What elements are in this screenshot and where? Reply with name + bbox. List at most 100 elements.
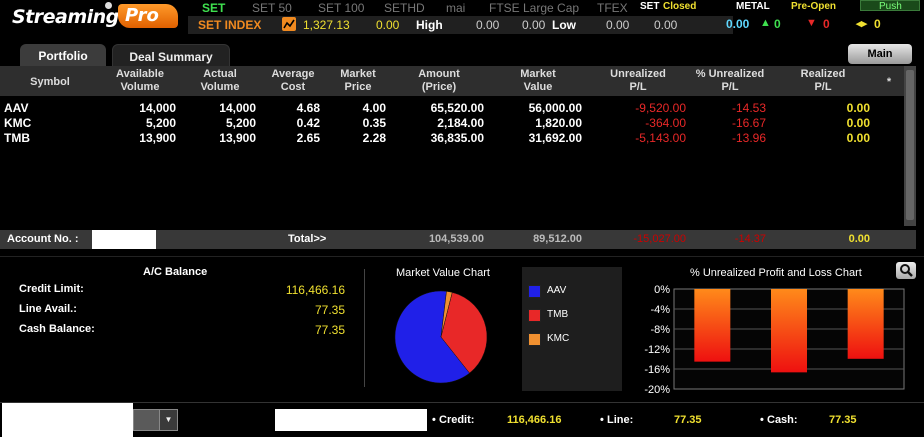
tab-portfolio[interactable]: Portfolio [20, 44, 106, 68]
col-actual-volume[interactable]: Actual Volume [188, 68, 252, 94]
grid-scrollbar[interactable] [904, 66, 916, 226]
y-tick-label: -20% [644, 384, 670, 396]
unrealized-chart-title: % Unrealized Profit and Loss Chart [690, 267, 862, 279]
set-status: Closed [663, 1, 697, 12]
cell-market-value: 1,820.00 [535, 116, 582, 130]
zoom-button[interactable] [896, 262, 916, 279]
cell-amount: 2,184.00 [437, 116, 484, 130]
col-symbol[interactable]: Symbol [20, 76, 80, 89]
bar-tmb [847, 289, 884, 359]
account-field[interactable] [92, 230, 156, 249]
col-actual-volume-line2: Volume [200, 81, 240, 93]
cell-symbol: TMB [4, 131, 30, 145]
cell-market-price: 4.00 [362, 101, 386, 115]
market-status-panel: SET Closed METAL Pre-Open Push 0.00 ▲ 0 … [638, 0, 924, 36]
index-change: 0.00 [376, 18, 400, 32]
line-avail-value: 77.35 [314, 303, 345, 317]
unrealized-bar-chart: 0% -4% -8% -12% -16% -20% [644, 284, 905, 396]
status-value: 0.00 [726, 17, 750, 31]
col-market-value-line1: Market [520, 68, 556, 80]
status-cash-label: Cash: [767, 414, 798, 426]
col-unrealized-pl-line2: P/L [629, 81, 647, 93]
cell-pct-unrealized: -13.96 [731, 131, 766, 145]
metal-status-label: METAL [736, 1, 770, 12]
cell-available-volume: 13,900 [139, 131, 176, 145]
high-value: 0.00 [476, 18, 500, 32]
total-market-value: 89,512.00 [533, 233, 582, 245]
legend-swatch [528, 333, 541, 346]
col-unrealized-pl-line1: Unrealized [610, 68, 666, 80]
market-tab-set50[interactable]: SET 50 [252, 1, 292, 15]
main-button[interactable]: Main [848, 44, 912, 64]
logo-badge-text: Pro [125, 5, 159, 26]
market-tab-set100[interactable]: SET 100 [318, 1, 364, 15]
col-available-volume[interactable]: Available Volume [108, 68, 172, 94]
col-amount[interactable]: Amount (Price) [408, 68, 470, 94]
col-market-price-line2: Price [344, 81, 372, 93]
cell-market-price: 2.28 [362, 131, 386, 145]
col-average-cost-line1: Average [271, 68, 315, 80]
magnifier-icon [900, 264, 913, 277]
cell-average-cost: 4.68 [296, 101, 320, 115]
account-display [2, 403, 133, 437]
col-unrealized-pl[interactable]: Unrealized P/L [600, 68, 676, 94]
y-tick-label: -4% [650, 304, 670, 316]
cell-realized-pl: 0.00 [846, 101, 870, 115]
y-tick-label: -8% [650, 324, 670, 336]
col-amount-line1: Amount [418, 68, 460, 80]
col-market-value-line2: Value [523, 81, 553, 93]
down-count: 0 [823, 17, 830, 31]
y-tick-label: -12% [644, 344, 670, 356]
total-pct-unrealized: -14.37 [734, 233, 766, 245]
cell-average-cost: 2.65 [296, 131, 320, 145]
table-row[interactable]: AAV 14,000 14,000 4.68 4.00 65,520.00 56… [0, 101, 904, 116]
market-value-pie [394, 290, 488, 384]
cell-unrealized-pl: -5,143.00 [635, 131, 686, 145]
tab-deal-summary[interactable]: Deal Summary [112, 44, 230, 68]
ac-balance-title: A/C Balance [143, 266, 208, 278]
status-credit-label: Credit: [439, 414, 475, 426]
account-name-field [275, 409, 427, 431]
market-tab-tfex[interactable]: TFEX [597, 1, 628, 15]
y-tick-label: 0% [654, 284, 670, 296]
col-realized-pl[interactable]: Realized P/L [790, 68, 856, 94]
credit-bullet-icon: • [432, 414, 436, 426]
set-status-label: SET [640, 1, 660, 12]
table-row[interactable]: KMC 5,200 5,200 0.42 0.35 2,184.00 1,820… [0, 116, 904, 131]
index-name[interactable]: SET INDEX [198, 18, 261, 32]
low-label: Low [552, 18, 576, 32]
col-pct-unrealized[interactable]: % Unrealized P/L [690, 68, 770, 94]
market-tab-sethd[interactable]: SETHD [384, 1, 425, 15]
col-star[interactable]: * [882, 76, 896, 89]
market-tab-ftse[interactable]: FTSE Large Cap [489, 1, 579, 15]
cash-bullet-icon: • [760, 414, 764, 426]
table-row[interactable]: TMB 13,900 13,900 2.65 2.28 36,835.00 31… [0, 131, 904, 146]
cell-amount: 36,835.00 [430, 131, 484, 145]
col-market-price[interactable]: Market Price [330, 68, 386, 94]
bar-aav [694, 289, 731, 362]
cell-average-cost: 0.42 [296, 116, 320, 130]
account-dropdown[interactable]: ▼ [133, 409, 178, 431]
portfolio-grid: AAV 14,000 14,000 4.68 4.00 65,520.00 56… [0, 96, 904, 228]
chevron-down-icon[interactable]: ▼ [159, 410, 177, 430]
status-line-label: Line: [607, 414, 634, 426]
col-amount-line2: (Price) [421, 81, 457, 93]
cell-symbol: AAV [4, 101, 29, 115]
push-button[interactable]: Push [860, 0, 920, 12]
col-actual-volume-line1: Actual [203, 68, 237, 80]
total-unrealized-pl: -15,027.00 [633, 233, 686, 245]
market-tab-mai[interactable]: mai [446, 1, 465, 15]
col-average-cost[interactable]: Average Cost [262, 68, 324, 94]
col-pct-unrealized-line2: P/L [721, 81, 739, 93]
bottom-panels: A/C Balance Credit Limit: 116,466.16 Lin… [0, 256, 924, 400]
scrollbar-thumb[interactable] [906, 70, 914, 220]
cell-actual-volume: 5,200 [225, 116, 256, 130]
top-bar: Streaming Pro SET SET 50 SET 100 SETHD m… [0, 0, 924, 36]
status-cash-value: 77.35 [829, 414, 857, 426]
market-tab-set[interactable]: SET [202, 1, 225, 15]
high-value-2: 0.00 [522, 18, 546, 32]
cell-market-value: 31,692.00 [528, 131, 582, 145]
col-pct-unrealized-line1: % Unrealized [695, 68, 765, 80]
col-market-value[interactable]: Market Value [508, 68, 568, 94]
push-label: Push [879, 1, 902, 12]
